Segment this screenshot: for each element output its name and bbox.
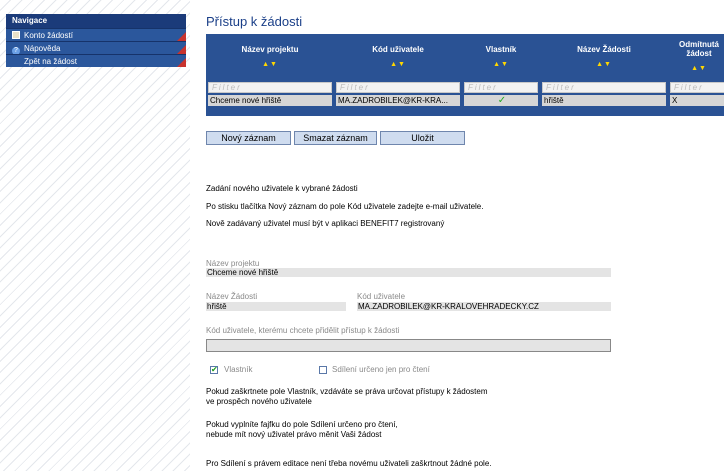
note-text: nebude mít nový uživatel právo měnit Vaš… xyxy=(206,430,382,439)
new-record-button[interactable]: Nový záznam xyxy=(206,131,291,145)
column-header-odmitnuta-zadost[interactable]: Odmítnutá žádost ▲▼ xyxy=(668,34,724,82)
column-label: Kód uživatele xyxy=(372,45,424,54)
project-name-label: Název projektu xyxy=(206,259,260,268)
page-title: Přístup k žádosti xyxy=(206,14,303,29)
note-text: Pro Sdílení s právem editace není třeba … xyxy=(206,459,492,468)
filter-odmitnuta[interactable]: Filter xyxy=(670,82,724,93)
column-header-nazev-zadosti[interactable]: Název Žádosti ▲▼ xyxy=(540,34,668,82)
sidebar-item-zpet-na-zadost[interactable]: Zpět na žádost xyxy=(6,54,186,67)
column-label: Název Žádosti xyxy=(577,45,631,54)
sidebar-item-konto-zadosti[interactable]: Konto žádostí xyxy=(6,28,186,41)
owner-checkbox-label: Vlastník xyxy=(224,365,253,374)
sort-arrows-icon[interactable]: ▲▼ xyxy=(540,61,668,68)
note-text: Pokud zaškrtnete pole Vlastník, vzdáváte… xyxy=(206,387,488,396)
sort-arrows-icon[interactable]: ▲▼ xyxy=(462,61,540,68)
grant-access-input[interactable] xyxy=(206,339,611,352)
sidebar-item-napoveda[interactable]: ? Nápověda xyxy=(6,41,186,54)
filter-nazev-zadosti[interactable]: Filter xyxy=(542,82,666,93)
column-header-nazev-projektu[interactable]: Název projektu ▲▼ xyxy=(206,34,334,82)
instruction-text: Nově zadávaný uživatel musí být v aplika… xyxy=(206,219,445,228)
grant-access-label: Kód uživatele, kterému chcete přidělit p… xyxy=(206,326,400,335)
instruction-text: Po stisku tlačítka Nový záznam do pole K… xyxy=(206,202,484,211)
application-name-field: hřiště xyxy=(206,302,346,311)
help-icon: ? xyxy=(12,47,20,54)
table-cell-odmitnuta[interactable]: X xyxy=(670,95,724,106)
filter-vlastnik[interactable]: Filter xyxy=(464,82,538,93)
corner-marker xyxy=(177,32,186,41)
table-cell-kod-uzivatele[interactable]: MA.ZADROBILEK@KR-KRA... xyxy=(336,95,460,106)
corner-marker xyxy=(177,45,186,54)
sidebar-item-label: Zpět na žádost xyxy=(24,57,77,66)
read-only-sharing-label: Sdílení určeno jen pro čtení xyxy=(332,365,430,374)
filter-kod-uzivatele[interactable]: Filter xyxy=(336,82,460,93)
sort-arrows-icon[interactable]: ▲▼ xyxy=(668,65,724,72)
sidebar-item-label: Nápověda xyxy=(24,44,61,53)
instruction-heading: Zadání nového uživatele k vybrané žádost… xyxy=(206,184,358,193)
sort-arrows-icon[interactable]: ▲▼ xyxy=(334,61,462,68)
user-code-label: Kód uživatele xyxy=(357,292,406,301)
book-icon xyxy=(12,31,20,39)
column-header-vlastnik[interactable]: Vlastník ▲▼ xyxy=(462,34,540,82)
sort-arrows-icon[interactable]: ▲▼ xyxy=(206,61,334,68)
filter-nazev-projektu[interactable]: Filter xyxy=(208,82,332,93)
column-label: Název projektu xyxy=(241,45,299,54)
read-only-sharing-checkbox[interactable] xyxy=(319,366,327,374)
delete-record-button[interactable]: Smazat záznam xyxy=(294,131,377,145)
sidebar: Navigace Konto žádostí ? Nápověda Zpět na… xyxy=(0,0,190,471)
table-cell-nazev-projektu[interactable]: Chceme nové hřiště xyxy=(208,95,332,106)
note-text: ve prospěch nového uživatele xyxy=(206,397,312,406)
owner-checkbox[interactable]: ✔ xyxy=(210,366,218,374)
application-name-label: Název Žádosti xyxy=(206,292,258,301)
column-header-kod-uzivatele[interactable]: Kód uživatele ▲▼ xyxy=(334,34,462,82)
sidebar-item-label: Konto žádostí xyxy=(24,31,73,40)
table-cell-nazev-zadosti[interactable]: hřiště xyxy=(542,95,666,106)
nav-heading: Navigace xyxy=(6,14,186,28)
check-icon[interactable]: ✓ xyxy=(464,95,538,106)
save-button[interactable]: Uložit xyxy=(380,131,465,145)
column-label: Odmítnutá žádost xyxy=(679,40,719,58)
note-text: Pokud vyplníte fajfku do pole Sdílení ur… xyxy=(206,420,398,429)
corner-marker xyxy=(177,58,186,67)
access-grid: Název projektu ▲▼ Kód uživatele ▲▼ Vlast… xyxy=(206,34,724,116)
column-label: Vlastník xyxy=(485,45,517,54)
user-code-field: MA.ZADROBILEK@KR-KRALOVEHRADECKY.CZ xyxy=(357,302,611,311)
project-name-field: Chceme nové hřiště xyxy=(206,268,611,277)
